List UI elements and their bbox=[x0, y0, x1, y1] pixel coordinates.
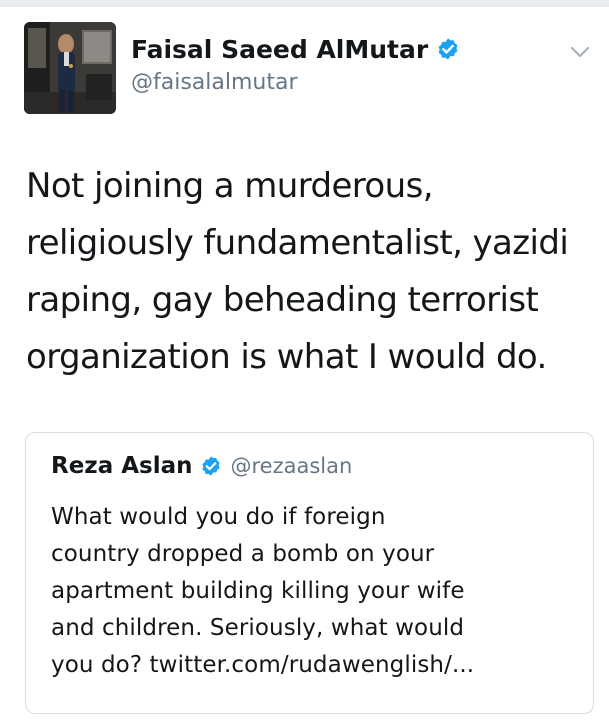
quoted-text-line: country dropped a bomb on your bbox=[51, 541, 435, 567]
tweet-text-line: organization is what I would do. bbox=[26, 337, 547, 377]
quoted-text-line: you do? twitter.com/rudawenglish/... bbox=[51, 652, 475, 678]
tweet-text: Not joining a murderous, religiously fun… bbox=[26, 158, 596, 386]
verified-badge-icon bbox=[436, 37, 460, 61]
top-divider bbox=[0, 0, 609, 7]
tweet-text-line: Not joining a murderous, bbox=[26, 166, 434, 206]
quoted-tweet-header: Reza Aslan @rezaaslan bbox=[51, 453, 352, 479]
author-display-name[interactable]: Faisal Saeed AlMutar bbox=[131, 35, 428, 64]
tweet-text-line: raping, gay beheading terrorist bbox=[26, 280, 539, 320]
author-avatar[interactable] bbox=[24, 22, 116, 114]
author-handle[interactable]: @faisalalmutar bbox=[131, 70, 460, 95]
quoted-author-handle[interactable]: @rezaaslan bbox=[231, 454, 353, 478]
quoted-text-line: What would you do if foreign bbox=[51, 504, 386, 530]
quoted-tweet-card[interactable]: Reza Aslan @rezaaslan What would you do … bbox=[25, 432, 594, 714]
quoted-tweet-text: What would you do if foreign country dro… bbox=[51, 499, 581, 684]
verified-badge-icon bbox=[200, 455, 222, 477]
chevron-down-icon[interactable] bbox=[568, 40, 592, 64]
quoted-author-display-name[interactable]: Reza Aslan bbox=[51, 453, 193, 479]
quoted-text-line: apartment building killing your wife bbox=[51, 578, 465, 604]
quoted-text-line: and children. Seriously, what would bbox=[51, 615, 465, 641]
author-info: Faisal Saeed AlMutar @faisalalmutar bbox=[131, 30, 460, 95]
tweet-text-line: religiously fundamentalist, yazidi bbox=[26, 223, 569, 263]
